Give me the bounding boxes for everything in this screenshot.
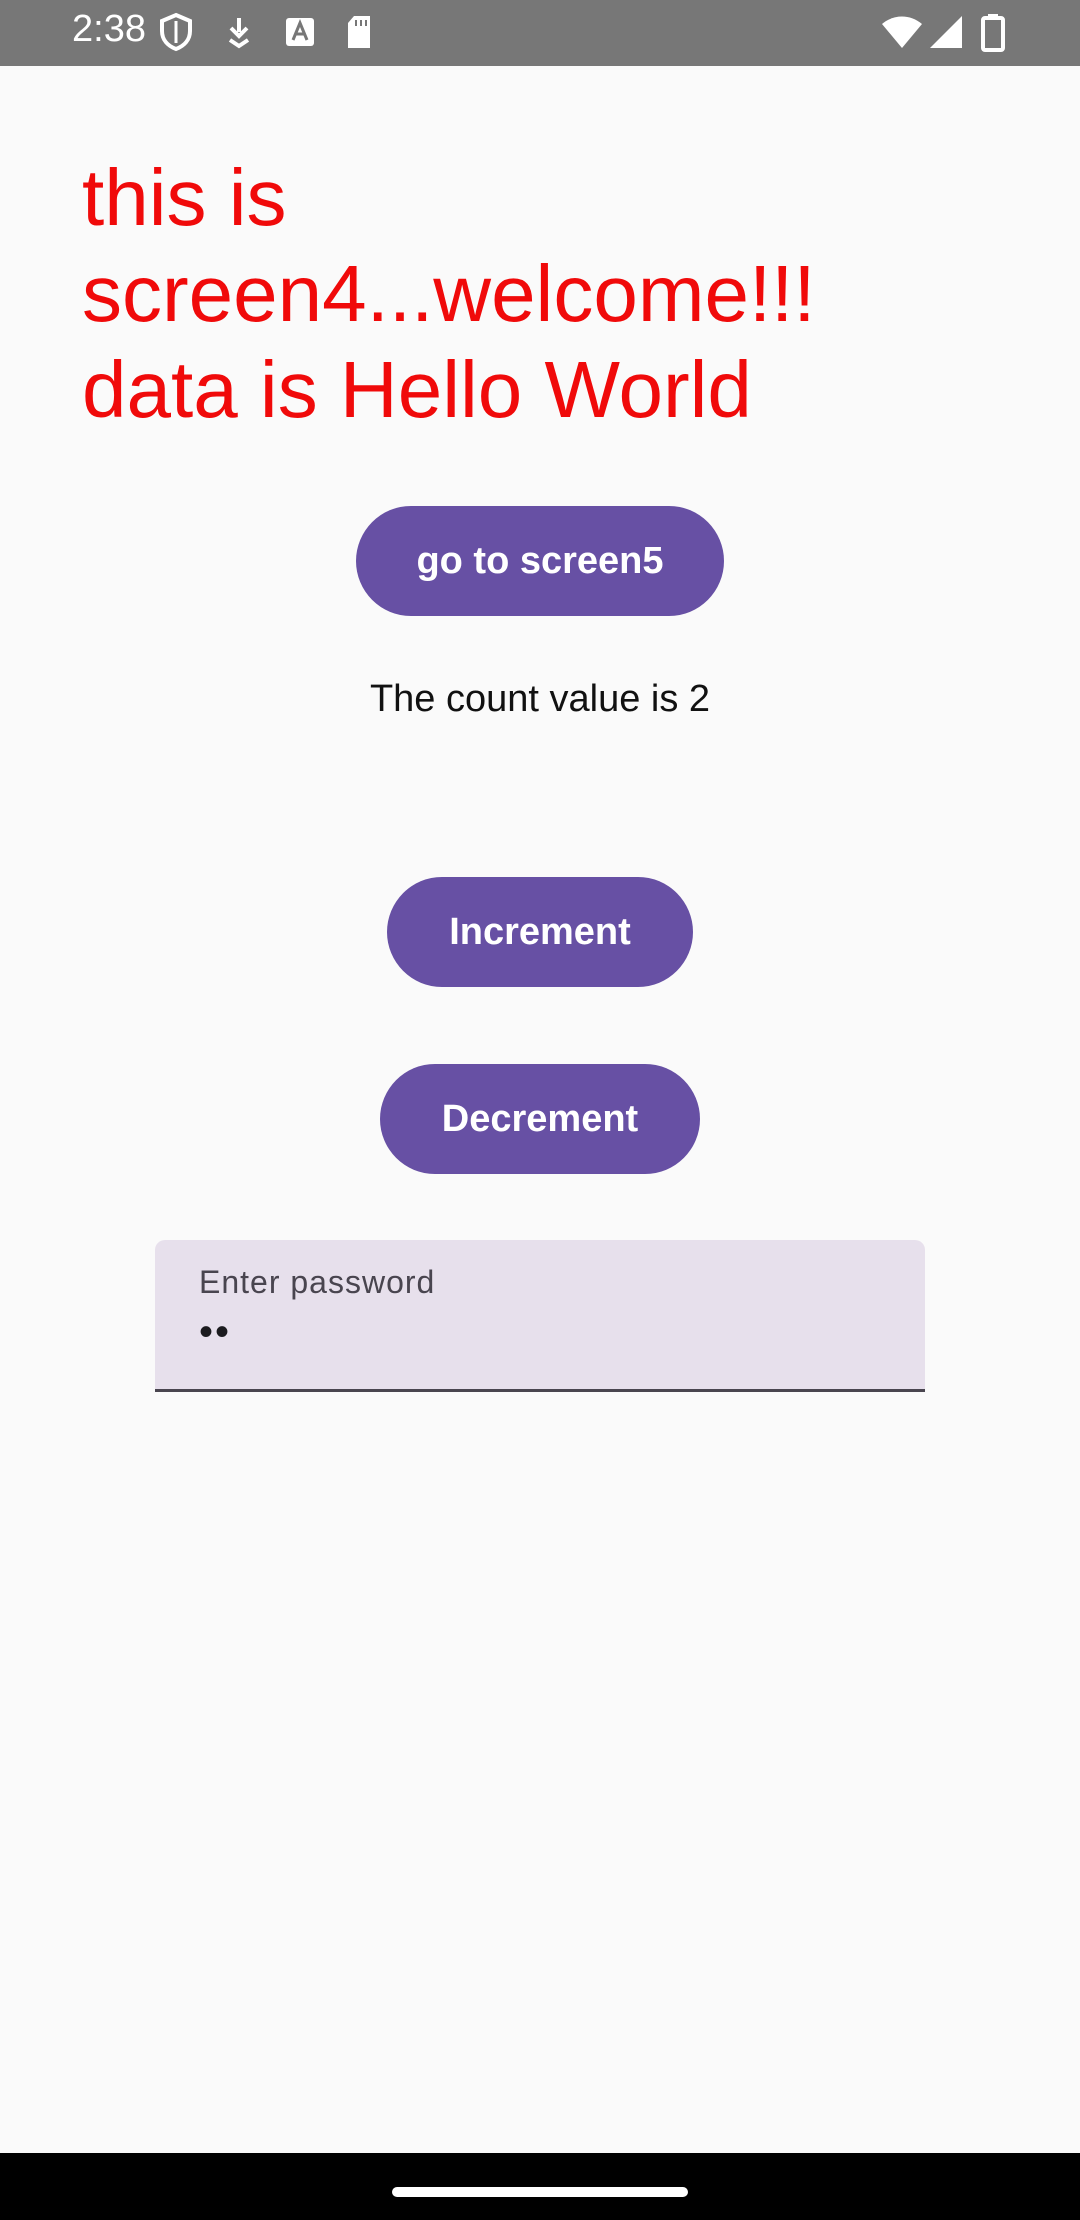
go-to-screen5-button[interactable]: go to screen5	[356, 506, 724, 616]
password-field[interactable]: Enter password ••	[155, 1240, 925, 1392]
status-time: 2:38	[72, 8, 146, 50]
status-bar: 2:38	[0, 0, 1080, 66]
shield-icon	[158, 12, 198, 52]
heading-line: this is	[82, 153, 287, 242]
increment-button[interactable]: Increment	[387, 877, 693, 987]
navigation-bar	[0, 2153, 1080, 2220]
welcome-heading: this is screen4...welcome!!! data is Hel…	[82, 150, 982, 438]
app-screen: 2:38 this is screen4...welcome!!! data i…	[0, 0, 1080, 2220]
count-value-text: The count value is 2	[369, 678, 711, 720]
decrement-button[interactable]: Decrement	[380, 1064, 700, 1174]
battery-icon	[980, 12, 1020, 52]
signal-icon	[928, 12, 968, 52]
heading-line: screen4...welcome!!!	[82, 249, 816, 338]
sd-card-icon	[344, 12, 384, 52]
wifi-icon	[880, 12, 922, 52]
home-handle[interactable]	[392, 2187, 688, 2197]
download-icon	[224, 12, 264, 52]
password-field-value[interactable]: ••	[199, 1310, 231, 1355]
heading-line: data is Hello World	[82, 345, 752, 434]
font-icon	[284, 12, 324, 52]
password-field-label: Enter password	[199, 1264, 436, 1300]
